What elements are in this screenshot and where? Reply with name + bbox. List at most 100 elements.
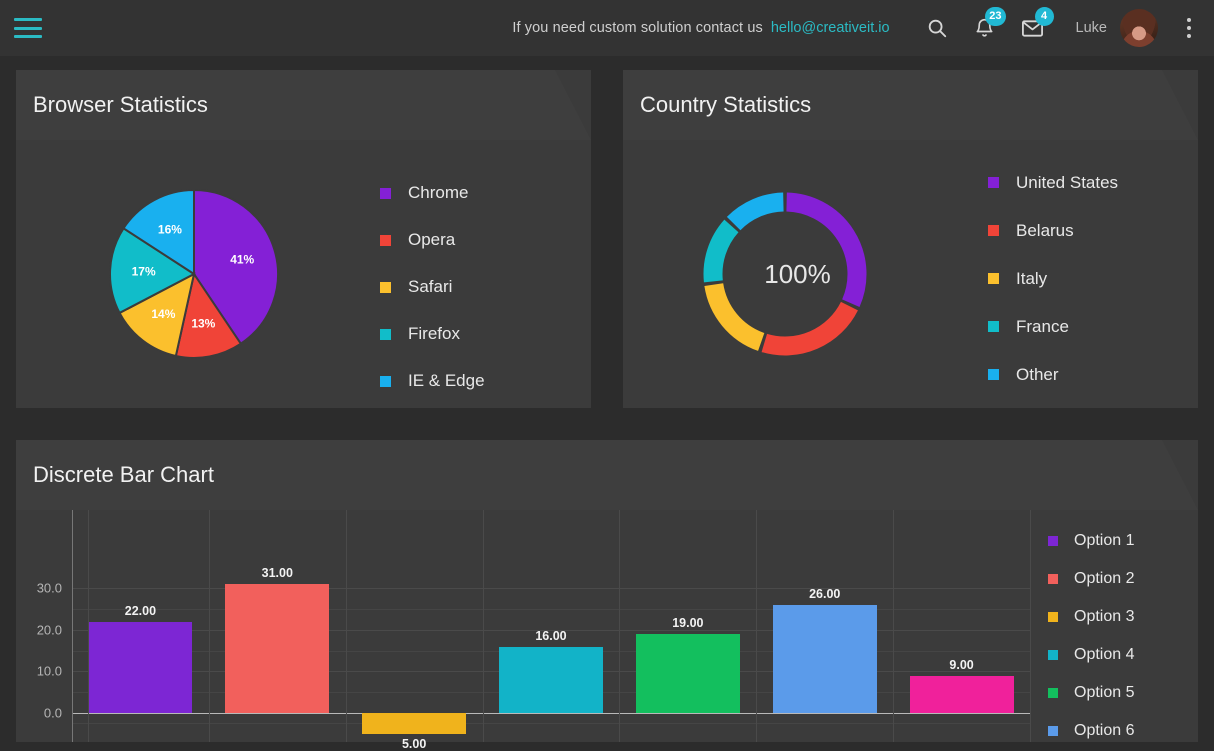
search-icon[interactable] <box>920 11 954 45</box>
legend-swatch-opera <box>380 235 391 246</box>
top-bar: If you need custom solution contact us h… <box>0 0 1214 56</box>
contact-note: If you need custom solution contact us <box>512 20 763 36</box>
page-title: Country Statistics <box>640 92 812 117</box>
username-label: Luke <box>1075 20 1107 36</box>
country-legend: United States Belarus Italy France Other <box>988 172 1126 386</box>
avatar[interactable] <box>1120 9 1158 47</box>
legend-swatch-other <box>988 369 999 380</box>
page-title: Discrete Bar Chart <box>33 462 214 487</box>
legend-label: IE & Edge <box>408 371 485 390</box>
legend-swatch-option-5 <box>1048 688 1058 698</box>
legend-item[interactable]: Option 5 <box>1048 684 1134 702</box>
gridline-vertical <box>208 510 210 742</box>
legend-label: Option 1 <box>1074 532 1135 549</box>
legend-label: Option 5 <box>1074 684 1135 701</box>
gridline-horizontal <box>72 588 1030 590</box>
bar[interactable] <box>498 646 603 713</box>
bar[interactable] <box>225 584 330 713</box>
legend-swatch-option-2 <box>1048 574 1058 584</box>
bar-value-label: 22.00 <box>124 603 157 618</box>
card-header: Browser Statistics <box>16 70 591 140</box>
y-axis-tick-label: 10.0 <box>36 663 62 679</box>
legend-label: United States <box>1016 173 1119 192</box>
notifications-icon[interactable]: 23 <box>968 7 1006 45</box>
legend-swatch-option-1 <box>1048 536 1058 546</box>
hamburger-bar <box>14 26 42 30</box>
legend-swatch-france <box>988 321 999 332</box>
legend-item[interactable]: Italy <box>988 268 1126 290</box>
legend-swatch-united-states <box>988 177 999 188</box>
kebab-dot <box>1187 18 1191 22</box>
gridline-vertical <box>482 510 484 742</box>
legend-item[interactable]: France <box>988 316 1126 338</box>
bar[interactable] <box>88 621 193 713</box>
legend-label: Option 4 <box>1074 646 1135 663</box>
bar[interactable] <box>362 713 467 734</box>
legend-item[interactable]: Option 4 <box>1048 646 1134 664</box>
gridline-vertical <box>619 510 621 742</box>
legend-swatch-belarus <box>988 225 999 236</box>
legend-item[interactable]: IE & Edge <box>380 371 485 391</box>
gridline-horizontal <box>72 723 1030 725</box>
bar-value-label: 9.00 <box>949 657 974 672</box>
legend-label: Option 2 <box>1074 570 1135 587</box>
legend-label: Option 3 <box>1074 608 1135 625</box>
messages-icon[interactable]: 4 <box>1016 7 1054 45</box>
legend-label: Other <box>1016 365 1059 384</box>
legend-swatch-safari <box>380 282 391 293</box>
legend-swatch-chrome <box>380 188 391 199</box>
bar[interactable] <box>772 605 877 713</box>
legend-item[interactable]: Other <box>988 364 1126 386</box>
svg-text:16%: 16% <box>158 223 182 237</box>
axis-y <box>72 510 73 742</box>
gridline-vertical <box>1030 510 1031 742</box>
svg-text:17%: 17% <box>132 265 156 279</box>
hamburger-bar <box>14 35 42 38</box>
legend-label: Italy <box>1016 269 1048 288</box>
legend-swatch-italy <box>988 273 999 284</box>
contact-email-link[interactable]: hello@creativeit.io <box>771 20 890 36</box>
legend-item[interactable]: Option 1 <box>1048 532 1134 550</box>
bar-value-label: 5.00 <box>401 736 427 751</box>
legend-item[interactable]: Safari <box>380 277 485 297</box>
gridline-vertical <box>345 510 347 742</box>
card-body: 41% 13% 14% 17% 16% <box>16 140 591 413</box>
gridline-vertical <box>893 510 895 742</box>
legend-item[interactable]: United States <box>988 172 1126 194</box>
legend-swatch-option-4 <box>1048 650 1058 660</box>
legend-item[interactable]: Opera <box>380 230 485 250</box>
legend-item[interactable]: Belarus <box>988 220 1126 242</box>
bar[interactable] <box>635 634 740 713</box>
legend-label: Option 6 <box>1074 722 1135 739</box>
discrete-bar-chart: 0.0 10.0 20.0 30.0 22.00 31.00 5.00 16.00 19.00 2… <box>16 510 1031 751</box>
legend-swatch-option-3 <box>1048 612 1058 622</box>
more-vertical-icon[interactable] <box>1176 18 1202 38</box>
legend-label: Opera <box>408 230 456 249</box>
legend-item[interactable]: Option 3 <box>1048 608 1134 626</box>
hamburger-bar <box>14 18 42 21</box>
bar-value-label: 16.00 <box>535 628 567 643</box>
bar[interactable] <box>909 675 1014 713</box>
legend-swatch-firefox <box>380 329 391 340</box>
legend-swatch-ie-edge <box>380 376 391 387</box>
y-axis-tick-label: 0.0 <box>43 705 62 721</box>
legend-item[interactable]: Option 6 <box>1048 722 1134 740</box>
card-header: Country Statistics <box>623 70 1198 140</box>
legend-item[interactable]: Chrome <box>380 183 485 203</box>
legend-label: Belarus <box>1016 221 1074 240</box>
bar-value-label: 31.00 <box>261 566 293 581</box>
legend-item[interactable]: Firefox <box>380 324 485 344</box>
svg-text:13%: 13% <box>191 317 215 331</box>
svg-text:14%: 14% <box>151 307 175 321</box>
gridline-horizontal <box>72 609 1030 611</box>
legend-label: Firefox <box>408 324 460 343</box>
bar-value-label: 19.00 <box>672 616 704 631</box>
browser-pie-chart: 41% 13% 14% 17% 16% <box>109 188 279 359</box>
axis-x <box>72 713 1030 714</box>
kebab-dot <box>1187 34 1191 38</box>
svg-text:41%: 41% <box>230 252 254 266</box>
legend-item[interactable]: Option 2 <box>1048 570 1134 588</box>
hamburger-icon[interactable] <box>14 18 42 38</box>
card-header: Discrete Bar Chart <box>16 440 1198 510</box>
gridline-vertical <box>756 510 758 742</box>
